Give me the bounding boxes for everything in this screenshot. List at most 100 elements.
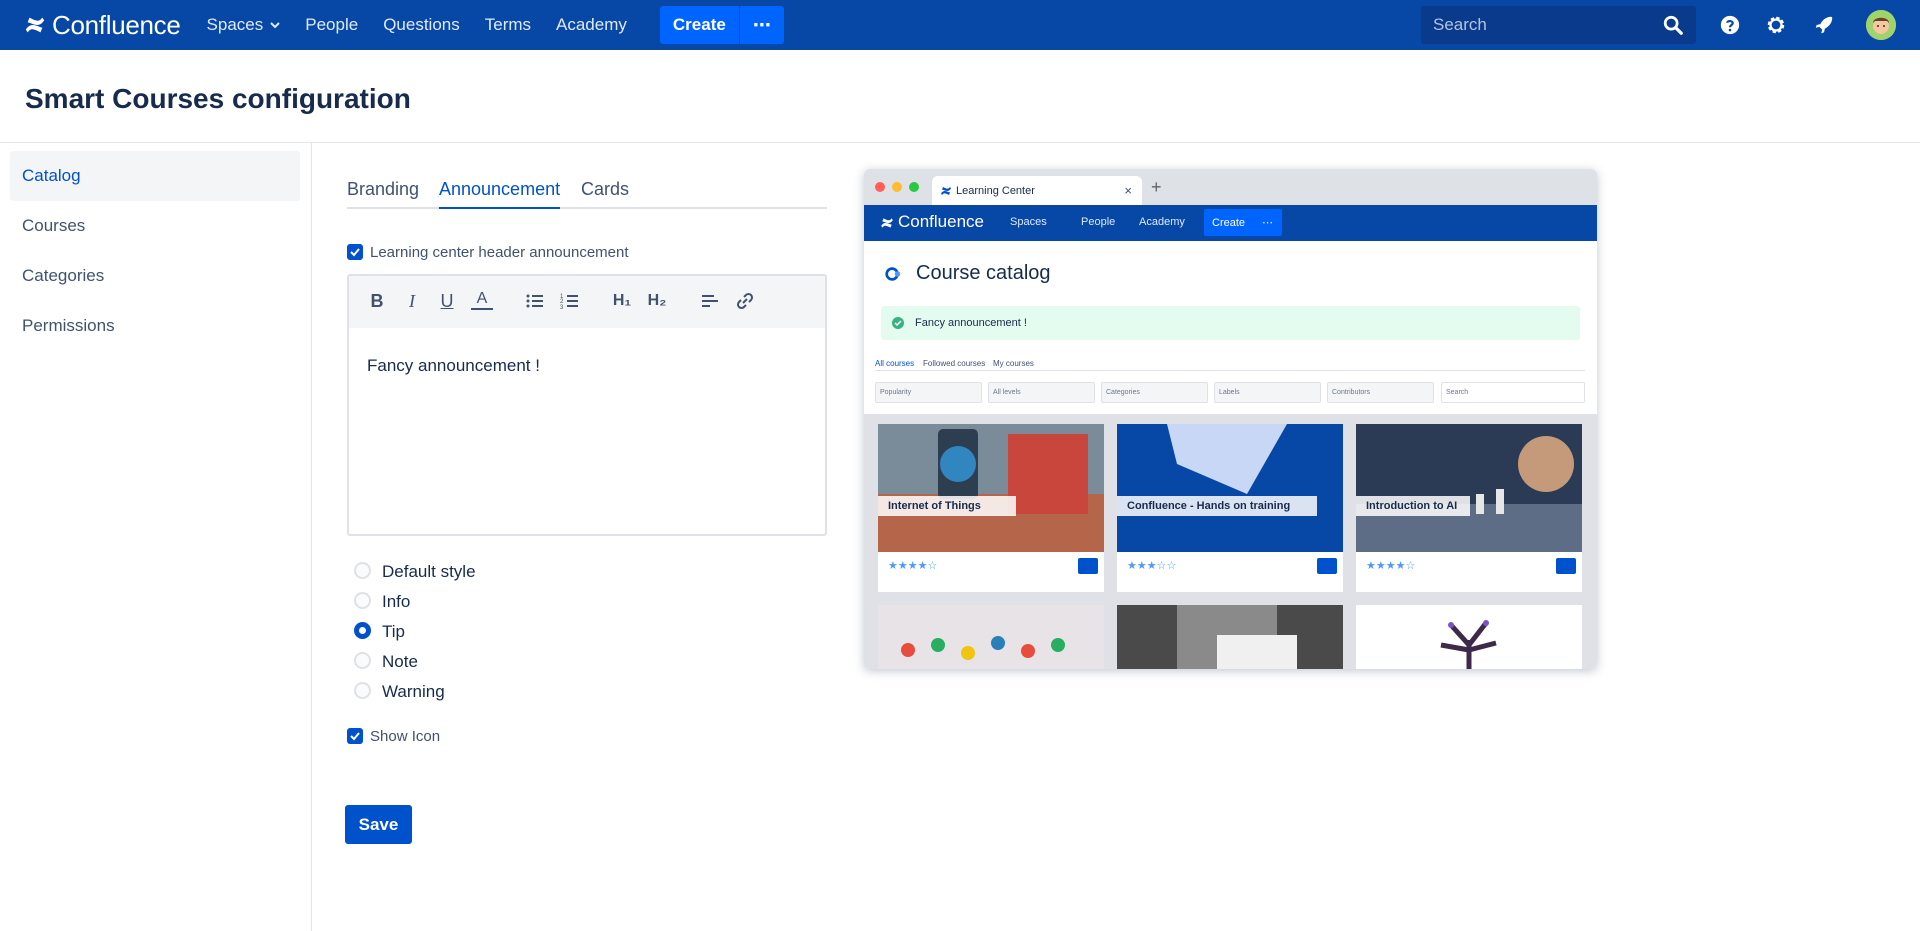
preview-browser-chrome: Learning Center × + (864, 169, 1597, 205)
confluence-logo-icon (25, 17, 45, 33)
preview-create-group: Create ⋯ (1204, 209, 1282, 236)
course-image-handshake (1117, 605, 1343, 669)
announcement-preview: Learning Center × + Confluence Spaces Pe… (864, 169, 1597, 669)
preview-nav-people: People (1081, 216, 1116, 228)
preview-announcement: Fancy announcement ! (881, 306, 1580, 340)
star-rating-icon: ★★★☆☆ (1127, 560, 1177, 572)
confluence-logo[interactable]: Confluence (24, 10, 181, 41)
sidebar-item-courses[interactable]: Courses (10, 201, 300, 251)
italic-button[interactable]: I (401, 290, 423, 312)
course-image-confluence (1117, 424, 1343, 552)
radio-warning[interactable] (354, 682, 371, 699)
preview-subtab-divider (875, 370, 1585, 371)
sidebar-item-categories[interactable]: Categories (10, 251, 300, 301)
bold-button[interactable]: B (366, 290, 388, 312)
show-icon-label: Show Icon (370, 728, 441, 745)
radio-info[interactable] (354, 592, 371, 609)
radio-label-default-style: Default style (382, 562, 476, 581)
course-image-ai (1356, 424, 1582, 552)
preview-title: Course catalog (916, 262, 1051, 284)
radio-tip[interactable] (354, 622, 371, 639)
text-color-button[interactable]: A (471, 290, 493, 310)
search-icon[interactable] (1662, 14, 1684, 36)
tab-cards[interactable]: Cards (581, 179, 629, 209)
notifications-icon[interactable] (1813, 14, 1835, 36)
nav-spaces[interactable]: Spaces (207, 15, 281, 35)
confluence-favicon-icon (941, 187, 951, 195)
refresh-icon (1317, 558, 1337, 574)
numbered-list-icon: 123 (560, 294, 578, 311)
gear-icon[interactable] (1765, 14, 1787, 36)
preview-logo-text: Confluence (898, 212, 985, 231)
link-button[interactable] (734, 290, 756, 312)
preview-subtab-followed: Followed courses (923, 359, 986, 368)
catalog-icon (885, 267, 901, 281)
nav-questions[interactable]: Questions (383, 15, 460, 35)
top-navigation: Confluence Spaces People Questions Terms… (0, 0, 1920, 50)
preview-filter-categories: Categories (1101, 382, 1208, 403)
page-header: Smart Courses configuration (0, 50, 1920, 143)
star-rating-icon: ★★★★☆ (888, 560, 938, 572)
search-input[interactable]: Search (1421, 6, 1696, 44)
preview-filter-levels: All levels (988, 382, 1095, 403)
preview-confluence-logo-icon (881, 218, 893, 228)
tab-branding[interactable]: Branding (347, 179, 419, 209)
numbered-list-button[interactable]: 123 (559, 290, 581, 312)
preview-filter-labels: Labels (1214, 382, 1321, 403)
tip-check-icon (892, 317, 904, 329)
heading1-button[interactable]: H₁ (611, 290, 633, 312)
course-image-iot (878, 424, 1104, 552)
user-avatar-icon (1866, 10, 1896, 40)
preview-subtab-my: My courses (993, 359, 1034, 368)
preview-announcement-text: Fancy announcement ! (915, 317, 1027, 329)
preview-course-grid: Internet of Things ★★★★☆ Confluence - Ha… (864, 414, 1597, 669)
page-title: Smart Courses configuration (25, 83, 411, 114)
tab-close-icon: × (1124, 183, 1132, 198)
avatar[interactable] (1866, 10, 1896, 40)
svg-text:3: 3 (560, 305, 564, 311)
nav-people[interactable]: People (305, 15, 358, 35)
editor-content[interactable]: Fancy announcement ! (367, 356, 540, 376)
preview-card-title: Confluence - Hands on training (1117, 496, 1317, 516)
align-button[interactable] (699, 290, 721, 312)
underline-button[interactable]: U (436, 290, 458, 312)
radio-default-style[interactable] (354, 562, 371, 579)
preview-filter-popularity: Popularity (875, 382, 982, 403)
logo-text: Confluence (52, 9, 181, 40)
radio-label-info: Info (382, 592, 411, 611)
announcement-editor[interactable]: B I U A 123 H₁ H₂ Fancy announcement ! (347, 274, 827, 536)
preview-nav: Confluence Spaces People Academy Create … (864, 205, 1597, 241)
preview-course-card: Confluence - Hands on training ★★★☆☆ (1117, 424, 1343, 592)
radio-label-tip: Tip (382, 622, 405, 641)
tab-announcement[interactable]: Announcement (439, 179, 561, 209)
preview-tab-title: Learning Center (956, 184, 1035, 197)
bullet-list-icon (526, 294, 543, 308)
help-icon[interactable] (1719, 14, 1741, 36)
nav-academy[interactable]: Academy (556, 15, 627, 35)
preview-course-card (1356, 605, 1582, 669)
sidebar-item-permissions[interactable]: Permissions (10, 301, 300, 351)
preview-card-title: Internet of Things (878, 496, 1016, 516)
preview-nav-spaces: Spaces (1010, 216, 1047, 228)
show-icon-checkbox[interactable] (347, 728, 363, 744)
align-left-icon (702, 295, 718, 307)
radio-note[interactable] (354, 652, 371, 669)
link-icon (736, 292, 754, 310)
view-icon (1078, 558, 1098, 574)
preview-browser-tab: Learning Center × (932, 176, 1142, 205)
close-dot-icon (875, 182, 885, 192)
preview-course-card: Introduction to AI ★★★★☆ (1356, 424, 1582, 592)
checkmark-icon (350, 732, 360, 741)
sidebar: Catalog Courses Categories Permissions (0, 143, 312, 931)
chevron-down-icon (270, 22, 280, 29)
bullet-list-button[interactable] (524, 290, 546, 312)
header-announcement-checkbox[interactable] (347, 244, 363, 260)
sidebar-item-catalog[interactable]: Catalog (10, 151, 300, 201)
create-button[interactable]: Create (659, 6, 739, 44)
radio-label-warning: Warning (382, 682, 445, 701)
nav-terms[interactable]: Terms (485, 15, 531, 35)
more-options-button[interactable]: ⋯ (738, 6, 784, 44)
save-button[interactable]: Save (345, 805, 412, 844)
star-rating-icon: ★★★★☆ (1366, 560, 1416, 572)
heading2-button[interactable]: H₂ (646, 290, 668, 312)
